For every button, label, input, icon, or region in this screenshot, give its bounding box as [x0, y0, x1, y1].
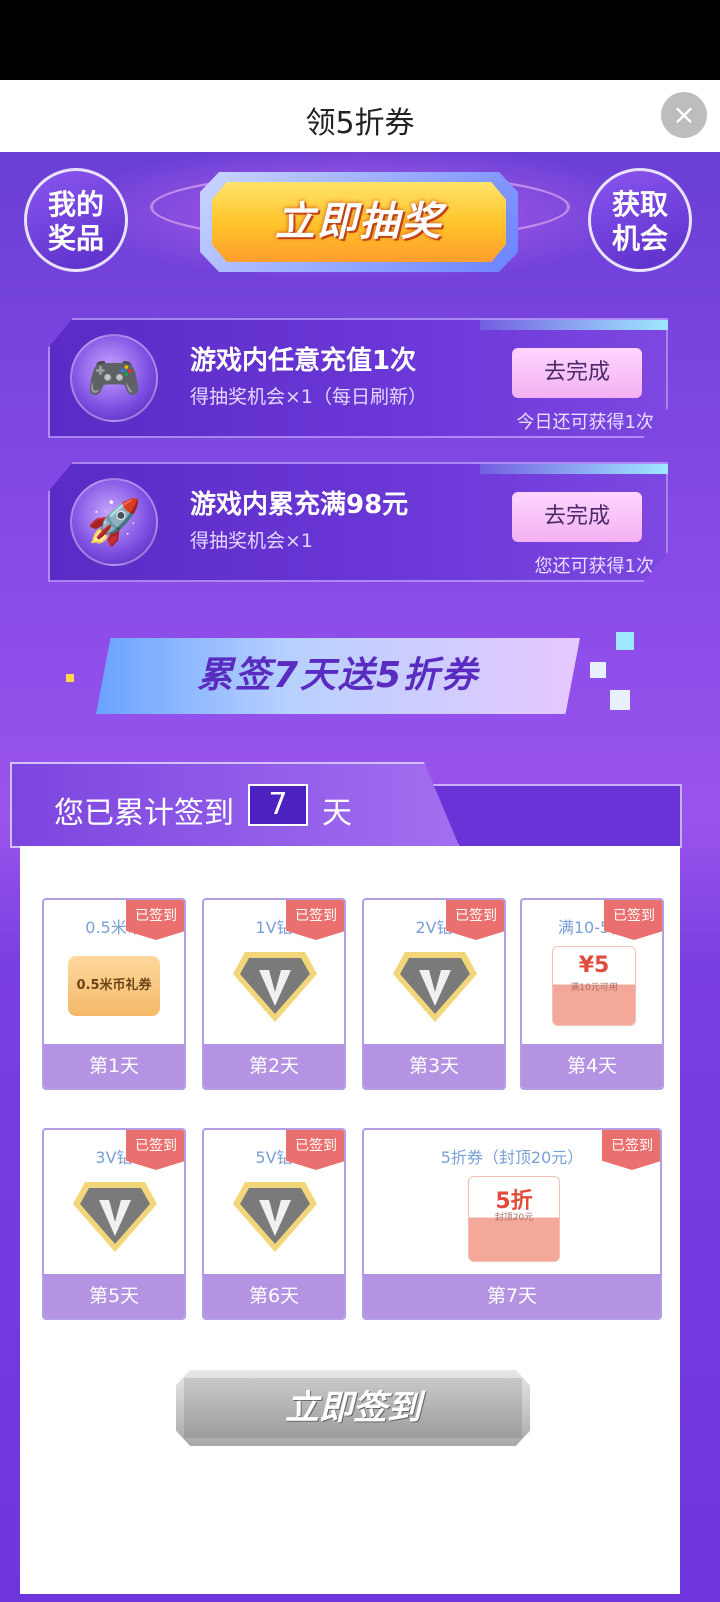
sign-panel: 0.5米币 0.5米币礼券 已签到 第1天 1V钻 已签到 第2天 2V钻 已签… [20, 846, 680, 1594]
task-card-recharge-once: 🎮 游戏内任意充值1次 得抽奖机会×1（每日刷新） 去完成 今日还可获得1次 [48, 318, 668, 438]
sign-day-count: 7 [248, 784, 308, 826]
my-prizes-line1: 我的 [47, 188, 104, 221]
sign-header-bar [430, 784, 682, 848]
pixel-decoration [590, 662, 606, 678]
diamond-icon [233, 952, 317, 1022]
task-note: 您还可获得1次 [534, 556, 654, 577]
card-accent [480, 320, 668, 330]
close-button[interactable]: × [661, 92, 707, 138]
reward-day-1: 0.5米币 0.5米币礼券 已签到 第1天 [42, 898, 186, 1090]
gamepad-icon: 🎮 [70, 334, 158, 422]
reward-day-2: 1V钻 已签到 第2天 [202, 898, 346, 1090]
day-label: 第7天 [364, 1274, 660, 1318]
coupon-amount: ¥5 [578, 953, 610, 978]
day-label: 第6天 [204, 1274, 344, 1318]
title-bar: 领5折券 × [0, 80, 720, 152]
reward-day-6: 5V钻 已签到 第6天 [202, 1128, 346, 1320]
banner-text: 累签7天送5折券 [196, 655, 480, 696]
banner: 累签7天送5折券 [96, 638, 580, 714]
task-title: 游戏内任意充值1次 [190, 346, 417, 376]
red-envelope-icon: 5折 封顶20元 [468, 1176, 560, 1262]
main-content: 我的 奖品 立即抽奖 获取 机会 🎮 游戏内任意充值1次 得抽奖机会×1（每日刷… [0, 152, 720, 1602]
sign-in-button[interactable]: 立即签到 [176, 1370, 530, 1446]
task-complete-button[interactable]: 去完成 [512, 348, 642, 398]
card-accent [480, 464, 668, 474]
status-bar [0, 0, 720, 80]
sign-header: 您已累计签到 7 天 [10, 762, 460, 848]
day-label: 第4天 [522, 1044, 662, 1088]
get-chance-button[interactable]: 获取 机会 [588, 168, 692, 272]
diamond-icon [393, 952, 477, 1022]
pixel-decoration [616, 632, 634, 650]
day-label: 第5天 [44, 1274, 184, 1318]
coupon-condition: 满10元可用 [570, 983, 618, 993]
diamond-icon [233, 1182, 317, 1252]
sign-label: 您已累计签到 [54, 796, 234, 831]
close-icon: × [672, 98, 696, 131]
sign-in-button-label: 立即签到 [184, 1378, 522, 1438]
task-note: 今日还可获得1次 [516, 412, 654, 433]
lottery-button-label: 立即抽奖 [212, 182, 506, 262]
red-envelope-icon: ¥5 满10元可用 [552, 946, 636, 1026]
day-label: 第3天 [364, 1044, 504, 1088]
sign-unit: 天 [322, 796, 352, 831]
task-complete-button[interactable]: 去完成 [512, 492, 642, 542]
my-prizes-line2: 奖品 [47, 222, 104, 255]
reward-day-3: 2V钻 已签到 第3天 [362, 898, 506, 1090]
get-chance-line2: 机会 [611, 222, 668, 255]
reward-day-7: 5折券（封顶20元） 5折 封顶20元 已签到 第7天 [362, 1128, 662, 1320]
coupon-condition: 封顶20元 [494, 1213, 534, 1223]
reward-day-4: 满10-5优 ¥5 满10元可用 已签到 第4天 [520, 898, 664, 1090]
reward-day-5: 3V钻 已签到 第5天 [42, 1128, 186, 1320]
day-label: 第1天 [44, 1044, 184, 1088]
day-label: 第2天 [204, 1044, 344, 1088]
page-title: 领5折券 [305, 106, 415, 141]
lottery-button[interactable]: 立即抽奖 [200, 172, 518, 272]
coupon-icon: 0.5米币礼券 [68, 956, 160, 1016]
diamond-icon [73, 1182, 157, 1252]
task-card-recharge-98: 🚀 游戏内累充满98元 得抽奖机会×1 去完成 您还可获得1次 [48, 462, 668, 582]
task-title: 游戏内累充满98元 [190, 490, 409, 520]
get-chance-line1: 获取 [611, 188, 668, 221]
rocket-icon: 🚀 [70, 478, 158, 566]
pixel-decoration [66, 674, 74, 682]
my-prizes-button[interactable]: 我的 奖品 [24, 168, 128, 272]
pixel-decoration [610, 690, 630, 710]
task-subtitle: 得抽奖机会×1（每日刷新） [190, 386, 428, 408]
task-subtitle: 得抽奖机会×1 [190, 530, 314, 552]
